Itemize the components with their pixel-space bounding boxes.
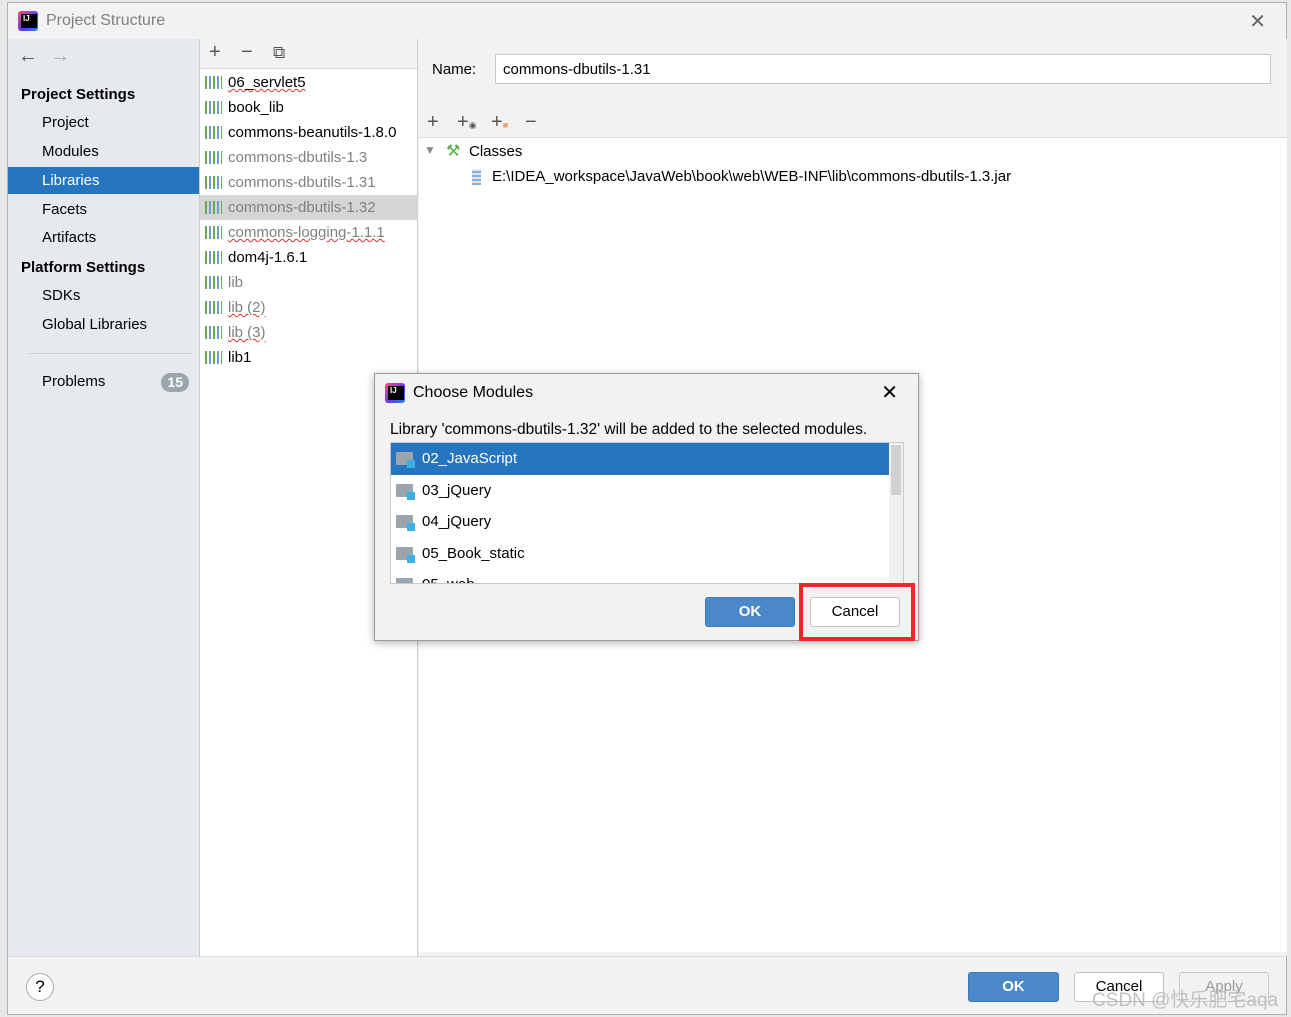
section-platform-settings: Platform Settings bbox=[21, 259, 146, 276]
library-name: 06_servlet5 bbox=[228, 74, 306, 91]
library-icon bbox=[205, 151, 222, 164]
library-name: lib (3) bbox=[228, 324, 266, 341]
problems-count-badge: 15 bbox=[161, 373, 189, 392]
dialog-message: Library 'commons-dbutils-1.32' will be a… bbox=[390, 421, 868, 438]
library-name: commons-dbutils-1.31 bbox=[228, 174, 376, 191]
close-icon[interactable]: ✕ bbox=[1249, 9, 1266, 34]
jar-icon bbox=[472, 169, 481, 185]
library-icon bbox=[205, 301, 222, 314]
watermark: CSDN @快乐肥宅aqa bbox=[1092, 990, 1279, 1011]
module-folder-icon bbox=[396, 483, 415, 500]
module-item[interactable]: 02_JavaScript bbox=[391, 443, 890, 475]
module-list: 02_JavaScript 03_jQuery 04_jQuery 05_Book_s… bbox=[390, 442, 904, 584]
library-icon bbox=[205, 351, 222, 364]
library-item[interactable]: commons-beanutils-1.8.0 bbox=[200, 120, 418, 145]
classes-node[interactable]: Classes bbox=[469, 143, 522, 160]
add-web-icon[interactable]: +◉ bbox=[457, 111, 477, 134]
library-item[interactable]: book_lib bbox=[200, 95, 418, 120]
module-item[interactable]: 03_jQuery bbox=[391, 475, 890, 507]
module-folder-icon bbox=[396, 546, 415, 563]
library-name: commons-dbutils-1.32 bbox=[228, 199, 376, 216]
library-name: lib1 bbox=[228, 349, 252, 366]
sidebar-item-artifacts[interactable]: Artifacts bbox=[8, 224, 199, 251]
module-folder-icon bbox=[396, 578, 413, 583]
library-icon bbox=[205, 276, 222, 289]
library-item[interactable]: lib (2) bbox=[200, 295, 418, 320]
library-item[interactable]: commons-dbutils-1.31 bbox=[200, 170, 418, 195]
library-icon bbox=[205, 101, 222, 114]
add-icon[interactable]: + bbox=[209, 41, 221, 64]
remove-icon[interactable]: − bbox=[241, 41, 253, 64]
library-item[interactable]: commons-dbutils-1.3 bbox=[200, 145, 418, 170]
name-input[interactable] bbox=[495, 54, 1271, 84]
module-item[interactable]: 05_Book_static bbox=[391, 538, 890, 570]
name-label: Name: bbox=[432, 61, 477, 78]
sidebar-item-project[interactable]: Project bbox=[8, 109, 199, 136]
help-button[interactable]: ? bbox=[26, 973, 54, 1001]
remove-icon[interactable]: − bbox=[525, 111, 537, 134]
module-item[interactable]: 05_web bbox=[391, 569, 890, 583]
title-bar: Project Structure ✕ bbox=[8, 3, 1286, 39]
add-folder-icon[interactable]: +■ bbox=[491, 111, 508, 134]
copy-icon[interactable]: ⧉ bbox=[273, 43, 285, 63]
library-name: commons-logging-1.1.1 bbox=[228, 224, 385, 241]
module-folder-icon bbox=[396, 452, 415, 468]
dialog-title: Choose Modules bbox=[413, 384, 534, 401]
expand-triangle-icon[interactable]: ▼ bbox=[424, 143, 436, 157]
module-name: 05_web bbox=[422, 576, 475, 583]
library-name: commons-dbutils-1.3 bbox=[228, 149, 368, 166]
module-name: 04_jQuery bbox=[422, 513, 492, 530]
library-item[interactable]: lib (3) bbox=[200, 320, 418, 345]
highlight-box bbox=[799, 583, 915, 641]
problems-label: Problems bbox=[42, 373, 106, 390]
forward-arrow-icon[interactable]: → bbox=[50, 45, 70, 68]
ok-button[interactable]: OK bbox=[968, 972, 1059, 1002]
library-icon bbox=[205, 126, 222, 139]
divider bbox=[28, 353, 193, 354]
module-item[interactable]: 04_jQuery bbox=[391, 506, 890, 538]
sidebar-item-modules[interactable]: Modules bbox=[8, 138, 199, 165]
sidebar-item-libraries[interactable]: Libraries bbox=[8, 167, 199, 194]
library-item[interactable]: commons-logging-1.1.1 bbox=[200, 220, 418, 245]
window-title: Project Structure bbox=[46, 12, 166, 29]
library-item[interactable]: 06_servlet5 bbox=[200, 70, 418, 95]
choose-modules-dialog: Choose Modules ✕ Library 'commons-dbutil… bbox=[374, 373, 919, 641]
section-project-settings: Project Settings bbox=[21, 86, 136, 103]
add-icon[interactable]: + bbox=[427, 111, 439, 134]
sidebar: ← → Project Settings Project Modules Lib… bbox=[8, 39, 199, 956]
back-arrow-icon[interactable]: ← bbox=[18, 45, 38, 68]
library-icon bbox=[205, 201, 222, 214]
library-name: book_lib bbox=[228, 99, 284, 116]
library-item[interactable]: lib bbox=[200, 270, 418, 295]
intellij-logo-icon bbox=[385, 383, 405, 403]
library-item[interactable]: dom4j-1.6.1 bbox=[200, 245, 418, 270]
scrollbar[interactable] bbox=[889, 443, 903, 583]
sidebar-item-facets[interactable]: Facets bbox=[8, 196, 199, 223]
dialog-close-icon[interactable]: ✕ bbox=[881, 380, 898, 405]
library-icon bbox=[205, 76, 222, 89]
library-icon bbox=[205, 251, 222, 264]
intellij-logo-icon bbox=[18, 11, 38, 31]
module-folder-icon bbox=[396, 515, 415, 531]
module-name: 05_Book_static bbox=[422, 544, 525, 562]
library-item[interactable]: lib1 bbox=[200, 345, 418, 370]
jar-path[interactable]: E:\IDEA_workspace\JavaWeb\book\web\WEB-I… bbox=[492, 168, 1011, 185]
library-icon bbox=[205, 226, 222, 239]
sidebar-item-global-libraries[interactable]: Global Libraries bbox=[8, 311, 199, 338]
library-name: dom4j-1.6.1 bbox=[228, 249, 308, 266]
module-name: 03_jQuery bbox=[422, 481, 492, 499]
sidebar-item-problems[interactable]: Problems 15 bbox=[8, 368, 199, 395]
hammer-icon: ⚒ bbox=[446, 143, 461, 160]
library-name: commons-beanutils-1.8.0 bbox=[228, 124, 397, 141]
library-name: lib (2) bbox=[228, 299, 266, 316]
library-item[interactable]: commons-dbutils-1.32 bbox=[200, 195, 418, 220]
sidebar-item-sdks[interactable]: SDKs bbox=[8, 282, 199, 309]
library-toolbar: + − ⧉ bbox=[200, 39, 417, 69]
dialog-ok-button[interactable]: OK bbox=[705, 597, 795, 627]
module-name: 02_JavaScript bbox=[422, 450, 518, 467]
library-icon bbox=[205, 326, 222, 339]
library-name: lib bbox=[228, 274, 244, 291]
library-icon bbox=[205, 176, 222, 189]
